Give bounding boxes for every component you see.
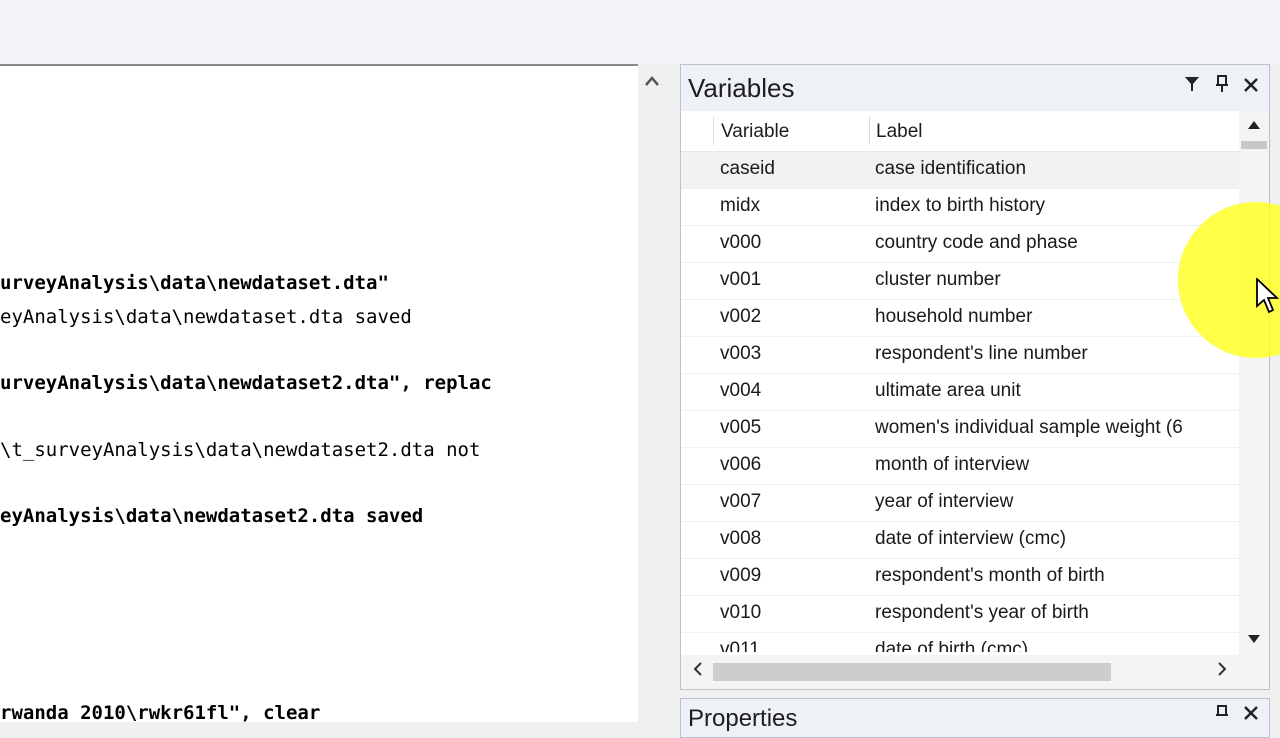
pin-icon[interactable]: [1211, 75, 1233, 99]
pin-icon[interactable]: [1211, 705, 1233, 727]
scroll-right-icon[interactable]: [1211, 661, 1233, 683]
variable-name: v009: [720, 565, 762, 586]
panel-divider[interactable]: [666, 64, 680, 720]
table-row[interactable]: caseid case identification: [681, 152, 1239, 189]
scroll-down-icon[interactable]: [1243, 629, 1265, 651]
toolbar-area: [0, 0, 1280, 64]
variable-label: date of birth (cmc): [875, 639, 1029, 652]
results-line: \t_surveyAnalysis\data\newdataset2.dta n…: [0, 439, 481, 461]
variable-name: v004: [720, 380, 762, 401]
variables-horizontal-scrollbar[interactable]: [681, 655, 1269, 689]
variable-label: cluster number: [875, 269, 1001, 290]
table-row[interactable]: v003 respondent's line number: [681, 337, 1239, 374]
variable-name: caseid: [720, 158, 775, 179]
variable-name: v002: [720, 306, 762, 327]
table-row[interactable]: v000 country code and phase: [681, 226, 1239, 263]
results-line: urveyAnalysis\data\newdataset2.dta", rep…: [0, 372, 492, 394]
variable-name: v001: [720, 269, 762, 290]
variable-label: country code and phase: [875, 232, 1078, 253]
table-row[interactable]: v010 respondent's year of birth: [681, 596, 1239, 633]
results-line: eyAnalysis\data\newdataset2.dta saved: [0, 505, 424, 527]
close-icon[interactable]: [1240, 705, 1262, 727]
table-row[interactable]: v008 date of interview (cmc): [681, 522, 1239, 559]
variables-vertical-scrollbar[interactable]: [1239, 111, 1269, 655]
variable-name: v007: [720, 491, 762, 512]
variable-name: v000: [720, 232, 762, 253]
scroll-up-icon[interactable]: [642, 72, 662, 92]
variable-label: respondent's month of birth: [875, 565, 1105, 586]
column-separator: [713, 117, 714, 145]
scroll-left-icon[interactable]: [687, 661, 709, 683]
results-scrollbar[interactable]: [638, 64, 666, 720]
variable-label: year of interview: [875, 491, 1014, 512]
variable-label: date of interview (cmc): [875, 528, 1067, 549]
variable-label: index to birth history: [875, 195, 1046, 216]
variable-name: v008: [720, 528, 762, 549]
table-row[interactable]: v001 cluster number: [681, 263, 1239, 300]
variable-name: v005: [720, 417, 762, 438]
scroll-up-icon[interactable]: [1243, 115, 1265, 137]
results-window[interactable]: urveyAnalysis\data\newdataset.dta" eyAna…: [0, 64, 638, 722]
variables-column-header: Variable Label: [681, 111, 1239, 152]
scroll-thumb[interactable]: [1241, 141, 1267, 149]
variables-panel-title: Variables: [688, 73, 795, 103]
close-icon[interactable]: [1240, 75, 1262, 99]
variable-label: women's individual sample weight (6: [875, 417, 1183, 438]
column-header-variable[interactable]: Variable: [721, 121, 789, 143]
scroll-thumb[interactable]: [713, 663, 1111, 681]
filter-icon[interactable]: [1181, 75, 1203, 99]
variable-label: household number: [875, 306, 1033, 327]
column-separator[interactable]: [869, 117, 870, 145]
results-line: urveyAnalysis\data\newdataset.dta": [0, 272, 389, 294]
table-row[interactable]: v006 month of interview: [681, 448, 1239, 485]
variable-label: respondent's line number: [875, 343, 1088, 364]
column-header-label[interactable]: Label: [876, 121, 923, 143]
results-line: eyAnalysis\data\newdataset.dta saved: [0, 306, 412, 328]
results-line: rwanda 2010\rwkr61fl", clear: [0, 702, 321, 722]
variable-name: v003: [720, 343, 762, 364]
table-row[interactable]: v002 household number: [681, 300, 1239, 337]
table-row[interactable]: v005 women's individual sample weight (6: [681, 411, 1239, 448]
variable-name: v010: [720, 602, 762, 623]
variables-panel: Variables Variable Label caseid case iden…: [680, 64, 1270, 690]
table-row[interactable]: midx index to birth history: [681, 189, 1239, 226]
properties-panel: Properties: [680, 698, 1270, 738]
table-row[interactable]: v009 respondent's month of birth: [681, 559, 1239, 596]
properties-panel-title: Properties: [688, 705, 798, 732]
variable-name: v011: [720, 639, 760, 652]
variables-panel-header: Variables: [681, 65, 1269, 112]
table-row[interactable]: v004 ultimate area unit: [681, 374, 1239, 411]
variable-name: v006: [720, 454, 762, 475]
variables-list: caseid case identification midx index to b…: [681, 152, 1239, 652]
variable-label: case identification: [875, 158, 1027, 179]
variable-label: respondent's year of birth: [875, 602, 1089, 623]
variable-label: ultimate area unit: [875, 380, 1021, 401]
table-row[interactable]: v007 year of interview: [681, 485, 1239, 522]
table-row[interactable]: v011 date of birth (cmc): [681, 633, 1239, 652]
variable-name: midx: [720, 195, 761, 216]
variable-label: month of interview: [875, 454, 1030, 475]
